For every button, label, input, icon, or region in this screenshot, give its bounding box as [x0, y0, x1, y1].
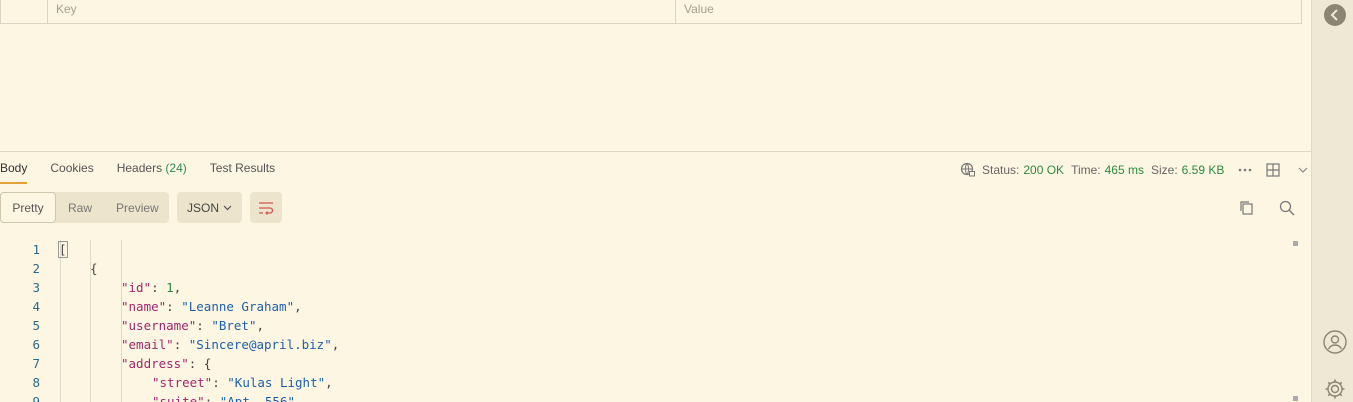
code-text: "email": "Sincere@april.biz", [121, 335, 339, 354]
code-token: "Leanne Graham" [181, 299, 295, 314]
code-text: "suite": "Apt. 556", [152, 392, 303, 402]
code-token: , [294, 299, 302, 314]
wrap-lines-icon [259, 201, 274, 215]
code-text: "name": "Leanne Graham", [121, 297, 302, 316]
search-icon[interactable] [1279, 200, 1295, 216]
code-token: , [325, 375, 333, 390]
editor-scrollbar[interactable] [1290, 240, 1300, 402]
code-token: , [295, 394, 303, 402]
line-number: 9 [32, 394, 40, 402]
code-token: : { [188, 356, 212, 371]
code-token: "username" [121, 318, 197, 333]
code-line: 5 "username": "Bret", [0, 316, 1288, 335]
tab-cookies[interactable]: Cookies [50, 152, 93, 184]
code-token: : [196, 318, 212, 333]
code-token: , [256, 318, 265, 333]
response-status-bar: Status: 200 OK Time: 465 ms Size: 6.59 K… [960, 162, 1308, 178]
code-text: "street": "Kulas Light", [152, 373, 333, 392]
response-body-editor[interactable]: 1[2{3 "id": 1, 4 "name": "Leanne Graham", 5 "… [0, 240, 1288, 402]
code-token: : [212, 375, 228, 390]
code-token: [ [58, 241, 68, 258]
settings-icon[interactable] [1323, 377, 1347, 401]
preview-button[interactable]: Preview [104, 192, 171, 223]
code-line: 2{ [0, 259, 1288, 278]
more-icon[interactable] [1238, 167, 1252, 173]
code-line: 3 "id": 1, [0, 278, 1288, 297]
code-line: 4 "name": "Leanne Graham", [0, 297, 1288, 316]
tab-headers[interactable]: Headers (24) [117, 152, 187, 184]
code-token: , [173, 280, 182, 295]
line-number: 1 [32, 242, 40, 257]
code-line: 7 "address": { [0, 354, 1288, 373]
view-mode-segment: Pretty Raw Preview [0, 192, 169, 223]
right-sidebar [1311, 0, 1353, 402]
code-token: { [90, 261, 98, 276]
code-token: "Bret" [211, 318, 257, 333]
code-token: "Apt. 556" [219, 394, 296, 402]
copy-icon[interactable] [1239, 200, 1254, 215]
line-number: 2 [32, 261, 40, 276]
code-line: 6 "email": "Sincere@april.biz", [0, 335, 1288, 354]
code-token: "id" [121, 280, 152, 295]
line-number: 5 [32, 318, 40, 333]
chevron-down-icon [223, 205, 232, 210]
line-number: 6 [32, 337, 40, 352]
raw-button[interactable]: Raw [56, 192, 104, 223]
line-number: 7 [32, 356, 40, 371]
code-token: : [204, 394, 220, 402]
account-icon[interactable] [1323, 330, 1347, 354]
code-text: "id": 1, [121, 278, 181, 297]
size-value: 6.59 KB [1181, 163, 1225, 177]
code-text: "address": { [121, 354, 211, 373]
code-token: "Kulas Light" [227, 375, 326, 390]
wrap-lines-button[interactable] [250, 192, 282, 223]
code-token: 1 [166, 280, 174, 295]
code-token: , [331, 337, 340, 352]
code-token: : [166, 299, 182, 314]
collapse-arrow-icon[interactable] [1323, 3, 1347, 27]
table-select-column [1, 0, 48, 23]
code-token: "name" [121, 299, 167, 314]
key-header: Key [48, 0, 676, 23]
format-select-value: JSON [186, 200, 219, 215]
code-token: "email" [121, 337, 174, 352]
pretty-button[interactable]: Pretty [0, 192, 56, 223]
headers-count: (24) [165, 161, 187, 175]
code-line: 8 "street": "Kulas Light", [0, 373, 1288, 392]
response-tabs: Body Cookies Headers (24) Test Results [0, 152, 298, 184]
code-text: "username": "Bret", [121, 316, 264, 335]
status-label: Status: [982, 163, 1020, 177]
globe-lock-icon[interactable] [960, 162, 976, 178]
tab-body[interactable]: Body [0, 152, 28, 184]
time-value: 465 ms [1104, 163, 1144, 177]
line-number: 3 [32, 280, 40, 295]
line-number: 8 [32, 375, 40, 390]
code-line: 1[ [0, 240, 1288, 259]
chevron-down-icon[interactable] [1298, 167, 1308, 173]
code-text: [ [58, 240, 68, 259]
code-token: : [151, 280, 167, 295]
params-table: Key Value [0, 0, 1302, 24]
main-pane: Key Value Body Cookies Headers (24) Test… [0, 0, 1311, 402]
code-line: 9 "suite": "Apt. 556", [0, 392, 1288, 402]
code-token: "address" [121, 356, 189, 371]
scroll-up-marker[interactable] [1293, 241, 1298, 246]
scroll-down-marker[interactable] [1293, 396, 1298, 401]
time-label: Time: [1071, 163, 1101, 177]
status-value: 200 OK [1023, 163, 1065, 177]
code-text: { [90, 259, 98, 278]
code-token: : [173, 337, 189, 352]
format-select[interactable]: JSON [177, 192, 242, 223]
line-number: 4 [32, 299, 40, 314]
tab-test-results[interactable]: Test Results [210, 152, 275, 184]
code-token: "suite" [152, 394, 205, 402]
code-token: "street" [152, 375, 213, 390]
value-header: Value [684, 2, 714, 16]
size-label: Size: [1150, 163, 1178, 177]
layout-icon[interactable] [1266, 163, 1280, 177]
code-token: "Sincere@april.biz" [188, 337, 332, 352]
